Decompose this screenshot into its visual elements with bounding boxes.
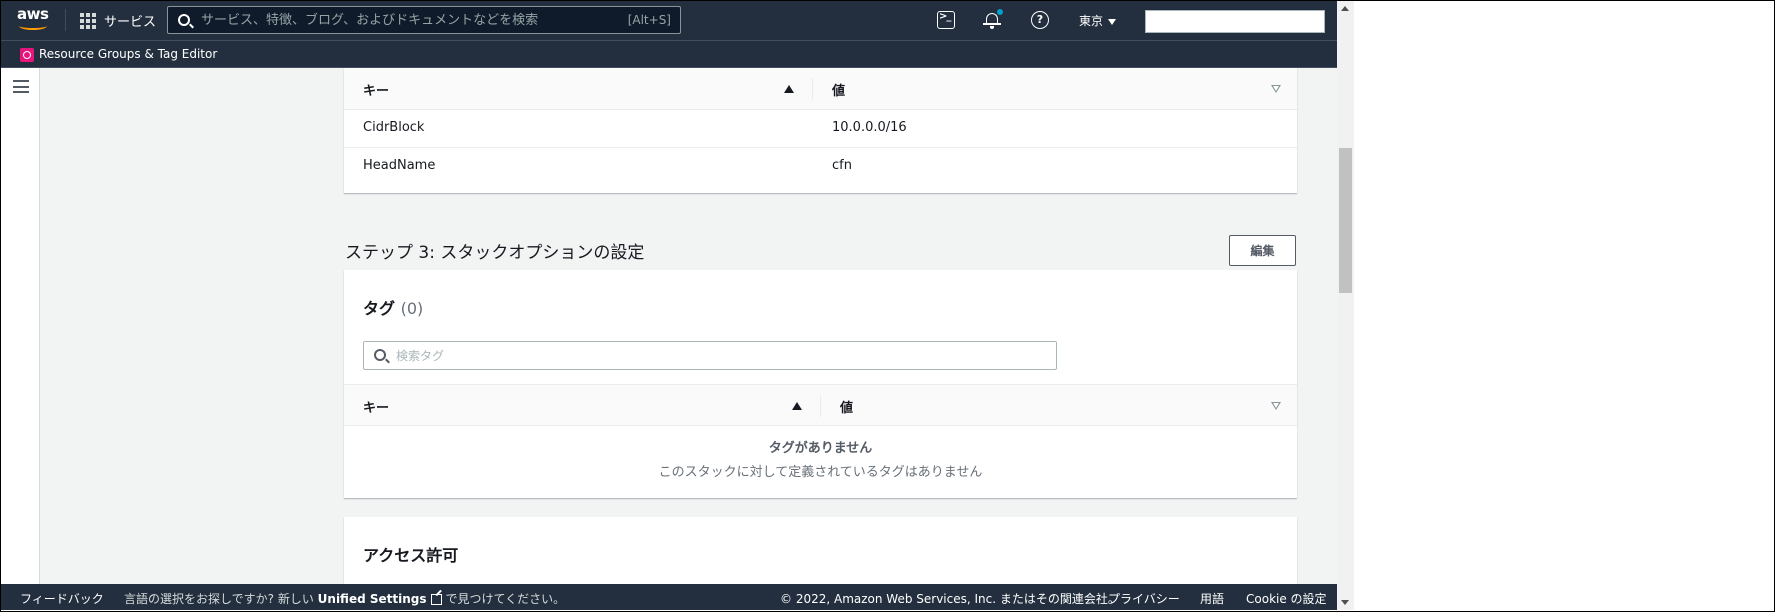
notification-dot (997, 9, 1003, 15)
table-row: HeadName cfn (344, 148, 1297, 186)
param-value: 10.0.0.0/16 (832, 120, 907, 135)
column-divider (812, 78, 813, 100)
edit-step3-button[interactable]: 編集 (1229, 235, 1296, 266)
scrollbar-thumb[interactable] (1339, 148, 1352, 293)
param-value: cfn (832, 158, 852, 173)
services-menu-button[interactable]: サービス (104, 11, 156, 30)
parameters-table-header: キー 値 (344, 68, 1297, 110)
caret-down-icon (1108, 18, 1117, 25)
tags-card-title: タグ (0) (363, 295, 423, 319)
aws-logo-text: aws (17, 5, 49, 23)
search-icon (178, 14, 190, 26)
tag-search-input[interactable] (396, 346, 996, 366)
favorites-bar: Resource Groups & Tag Editor (1, 40, 1337, 68)
column-header-key[interactable]: キー (363, 80, 389, 99)
global-search-input[interactable] (201, 10, 601, 30)
search-icon (374, 349, 386, 361)
column-header-key[interactable]: キー (363, 397, 389, 416)
language-prompt: 言語の選択をお探しですか? 新しい Unified Settings で見つけてく… (124, 590, 565, 607)
side-rail (1, 68, 40, 584)
tags-count: (0) (400, 299, 424, 318)
sort-ascending-icon[interactable] (792, 402, 802, 410)
page-scrollbar[interactable] (1337, 1, 1354, 610)
scroll-up-arrow-icon[interactable] (1341, 6, 1349, 11)
menu-hamburger-icon[interactable] (13, 80, 29, 93)
aws-smile-icon (19, 22, 47, 30)
aws-logo[interactable]: aws (17, 7, 51, 33)
search-shortcut-hint: [Alt+S] (627, 13, 671, 27)
services-grid-icon[interactable] (80, 13, 96, 29)
unified-settings-link[interactable]: Unified Settings (318, 592, 427, 606)
empty-state-description: このスタックに対して定義されているタグはありません (658, 465, 983, 480)
sort-ascending-icon[interactable] (784, 85, 794, 93)
table-row: CidrBlock 10.0.0.0/16 (344, 110, 1297, 148)
feedback-link[interactable]: フィードバック (20, 590, 104, 607)
param-key: HeadName (363, 158, 436, 173)
column-divider (820, 395, 821, 417)
account-menu[interactable] (1145, 10, 1325, 33)
terms-link[interactable]: 用語 (1200, 590, 1224, 607)
console-footer: フィードバック 言語の選択をお探しですか? 新しい Unified Settin… (1, 584, 1337, 610)
top-nav: aws サービス [Alt+S] ? 東京 (1, 1, 1337, 40)
scroll-down-arrow-icon[interactable] (1341, 600, 1349, 605)
parameters-card: キー 値 CidrBlock 10.0.0.0/16 HeadName cfn (344, 68, 1297, 193)
cloudshell-icon[interactable] (937, 11, 955, 29)
permissions-card-title: アクセス許可 (363, 546, 459, 565)
tag-search[interactable] (363, 341, 1057, 370)
tags-card: タグ (0) キー 値 タグがありません このスタックに対して定義されているタグ… (344, 270, 1297, 498)
sort-descending-icon[interactable] (1271, 85, 1281, 93)
sort-descending-icon[interactable] (1271, 402, 1281, 410)
favorite-resource-groups-link[interactable]: Resource Groups & Tag Editor (39, 47, 217, 61)
cookie-settings-link[interactable]: Cookie の設定 (1246, 590, 1327, 607)
resource-groups-icon (20, 48, 34, 62)
region-label: 東京 (1079, 14, 1104, 28)
tags-table-header: キー 値 (344, 384, 1297, 426)
nav-divider (65, 9, 66, 31)
empty-state-title: タグがありません (768, 441, 873, 456)
step3-heading: ステップ 3: スタックオプションの設定 (345, 243, 645, 263)
privacy-link[interactable]: プライバシー (1108, 590, 1180, 607)
column-header-value[interactable]: 値 (832, 80, 845, 99)
global-search[interactable]: [Alt+S] (167, 6, 681, 34)
browser-viewport: aws サービス [Alt+S] ? 東京 Resource Groups & … (1, 1, 1337, 610)
language-prompt-text: 言語の選択をお探しですか? 新しい (124, 592, 314, 606)
column-header-value[interactable]: 値 (840, 397, 853, 416)
language-prompt-suffix: で見つけてください。 (445, 592, 566, 606)
tags-title-text: タグ (363, 299, 396, 318)
notifications-bell-icon[interactable] (983, 9, 1003, 29)
param-key: CidrBlock (363, 120, 425, 135)
external-link-icon (430, 594, 442, 605)
copyright-text: © 2022, Amazon Web Services, Inc. またはその関… (780, 592, 1120, 606)
help-icon[interactable]: ? (1031, 11, 1049, 29)
region-selector[interactable]: 東京 (1079, 12, 1117, 29)
